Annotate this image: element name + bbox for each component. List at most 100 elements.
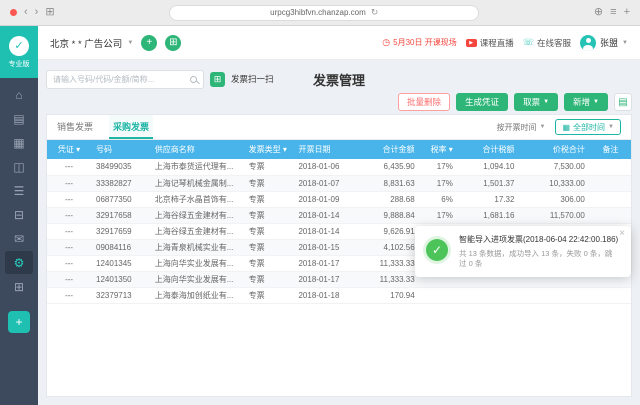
topbar-right: ◷ 5月30日 开课现场 ▶ 课程直播 ☏ 在线客服 张盟 ▼ [382, 35, 628, 51]
sidebar-app-button[interactable]: + [8, 311, 30, 333]
generate-voucher-button[interactable]: 生成凭证 [456, 93, 508, 111]
search-header: ⊞ 发票扫一扫 发票管理 [46, 68, 632, 90]
ledger-icon[interactable]: ☰ [5, 179, 33, 202]
online-service-link[interactable]: ☏ 在线客服 [523, 37, 571, 49]
app-grid-button[interactable]: ⊞ [165, 35, 181, 51]
invoice-icon[interactable]: ▤ [5, 107, 33, 130]
column-header[interactable]: 开票日期 [293, 140, 355, 159]
table-cell: 7,530.00 [519, 159, 589, 175]
table-row[interactable]: ---32917658上海谷绿五金建材有...专票2018-01-149,888… [47, 207, 631, 223]
main-content: ⊞ 发票扫一扫 发票管理 批量删除 生成凭证 取票 ▼ 新增 ▼ ▤ 销售发票 … [38, 60, 640, 405]
invoice-scan-label[interactable]: 发票扫一扫 [231, 73, 274, 85]
clock-icon: ◷ [382, 37, 390, 48]
table-header-row: 凭证 ▾号码供应商名称发票类型 ▾开票日期合计金额税率 ▾合计税额价税合计备注 [47, 140, 631, 159]
table-cell: 1,681.16 [458, 207, 520, 223]
filter-controls: 按开票时间 ▼ ▦ 全部时间 ▼ [497, 115, 621, 139]
voucher-icon[interactable]: ▦ [5, 131, 33, 154]
table-cell: 17% [420, 207, 458, 223]
column-header[interactable]: 号码 [91, 140, 150, 159]
app-topbar: 北京 * * 广告公司 ▼ + ⊞ ◷ 5月30日 开课现场 ▶ 课程直播 ☏ … [38, 26, 640, 60]
table-cell [458, 287, 520, 303]
table-cell: 12401345 [91, 255, 150, 271]
column-header[interactable]: 合计金额 [355, 140, 420, 159]
bookmark-icon[interactable]: ≡ [610, 7, 616, 18]
table-cell: 11,570.00 [519, 207, 589, 223]
back-icon[interactable]: ‹ [24, 7, 28, 18]
live-label: 课程直播 [480, 37, 514, 49]
table-cell [590, 175, 631, 191]
apps-icon[interactable]: ⊞ [5, 275, 33, 298]
search-icon[interactable] [190, 76, 197, 83]
table-cell: 上海市泰货运代理有... [150, 159, 244, 175]
table-row[interactable]: ---32379713上海泰海加创纸业有...专票2018-01-18170.9… [47, 287, 631, 303]
table-row[interactable]: ---06877350北京柿子水晶首饰有...专票2018-01-09288.6… [47, 191, 631, 207]
column-header[interactable]: 发票类型 ▾ [244, 140, 294, 159]
settings-icon[interactable]: ⚙ [5, 251, 33, 274]
table-cell: 17% [420, 159, 458, 175]
report-icon[interactable]: ◫ [5, 155, 33, 178]
tab-purchase-invoice[interactable]: 采购发票 [109, 115, 153, 139]
table-cell: 33382827 [91, 175, 150, 191]
user-menu[interactable]: 张盟 ▼ [580, 35, 628, 51]
table-cell: 专票 [244, 239, 294, 255]
table-cell: 上海向华实业发展有... [150, 271, 244, 287]
table-cell: 288.68 [355, 191, 420, 207]
table-cell: 09084116 [91, 239, 150, 255]
table-cell: 32917659 [91, 223, 150, 239]
new-tab-icon[interactable]: + [624, 7, 630, 18]
table-cell: 11,333.33 [355, 271, 420, 287]
table-cell: 32917658 [91, 207, 150, 223]
add-new-button[interactable]: 新增 ▼ [564, 93, 608, 111]
table-row[interactable]: ---38499035上海市泰货运代理有...专票2018-01-066,435… [47, 159, 631, 175]
promo-notice[interactable]: ◷ 5月30日 开课现场 [382, 37, 456, 48]
generate-voucher-label: 生成凭证 [465, 96, 499, 108]
column-header[interactable]: 价税合计 [519, 140, 589, 159]
table-cell: --- [47, 207, 91, 223]
invoice-table: 凭证 ▾号码供应商名称发票类型 ▾开票日期合计金额税率 ▾合计税额价税合计备注 … [47, 140, 631, 304]
column-header[interactable]: 备注 [590, 140, 631, 159]
tabs-icon[interactable]: ⊞ [45, 7, 54, 18]
logo-icon: ✓ [9, 36, 29, 56]
table-cell: --- [47, 255, 91, 271]
invoice-scan-icon[interactable]: ⊞ [210, 72, 225, 87]
table-cell: 2018-01-07 [293, 175, 355, 191]
url-text: urpcg3hibfvn.chanzap.com [270, 8, 366, 17]
column-header[interactable]: 税率 ▾ [420, 140, 458, 159]
table-cell: 上海谷绿五金建材有... [150, 223, 244, 239]
table-cell [590, 159, 631, 175]
column-header[interactable]: 供应商名称 [150, 140, 244, 159]
column-header[interactable]: 凭证 ▾ [47, 140, 91, 159]
time-range-button[interactable]: ▦ 全部时间 ▼ [555, 119, 621, 135]
home-icon[interactable]: ⌂ [5, 83, 33, 106]
window-close-icon[interactable] [10, 9, 17, 16]
table-cell: 2018-01-18 [293, 287, 355, 303]
quick-add-button[interactable]: + [141, 35, 157, 51]
get-invoice-button[interactable]: 取票 ▼ [514, 93, 558, 111]
search-input[interactable] [53, 75, 186, 84]
message-icon[interactable]: ✉ [5, 227, 33, 250]
import-toast: ✓ 智能导入进项发票(2018-06-04 22:42:00.186) 共 13… [415, 226, 631, 277]
table-cell: 06877350 [91, 191, 150, 207]
sort-by-dropdown[interactable]: 按开票时间 ▼ [497, 122, 546, 133]
refresh-icon[interactable]: ↻ [371, 7, 379, 18]
company-name: 北京 * * 广告公司 [50, 36, 122, 50]
table-row[interactable]: ---33382827上海记琴机械金属制...专票2018-01-078,831… [47, 175, 631, 191]
share-icon[interactable]: ⊕ [594, 7, 603, 18]
avatar [580, 35, 596, 51]
table-cell: --- [47, 175, 91, 191]
live-course-link[interactable]: ▶ 课程直播 [466, 37, 514, 49]
table-cell [420, 287, 458, 303]
toast-detail: 共 13 条数据，成功导入 13 条，失败 0 条，跳过 0 条 [459, 249, 619, 269]
column-header[interactable]: 合计税额 [458, 140, 520, 159]
assets-icon[interactable]: ⊟ [5, 203, 33, 226]
chevron-down-icon: ▼ [540, 124, 546, 130]
close-icon[interactable]: × [619, 228, 625, 239]
table-cell: 专票 [244, 159, 294, 175]
table-cell: 38499035 [91, 159, 150, 175]
column-settings-button[interactable]: ▤ [614, 93, 632, 111]
company-selector[interactable]: 北京 * * 广告公司 ▼ [50, 36, 133, 50]
address-bar[interactable]: urpcg3hibfvn.chanzap.com ↻ [169, 5, 479, 21]
forward-icon[interactable]: › [35, 7, 39, 18]
batch-delete-button[interactable]: 批量删除 [398, 93, 450, 111]
tab-sales-invoice[interactable]: 销售发票 [57, 115, 93, 139]
